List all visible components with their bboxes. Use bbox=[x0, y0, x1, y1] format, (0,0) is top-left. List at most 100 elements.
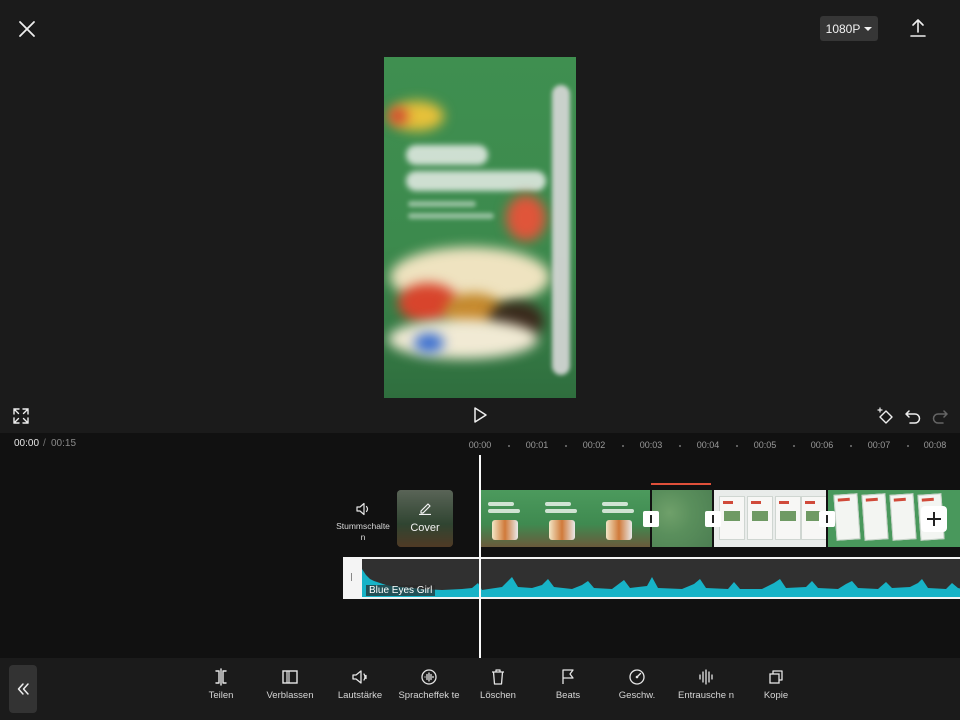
tool-denoise[interactable]: Entrausche n bbox=[675, 668, 737, 701]
redo-icon bbox=[932, 410, 948, 424]
tool-label: Spracheffek te bbox=[398, 690, 460, 701]
ruler-tick-label: 00:02 bbox=[582, 440, 606, 450]
thumb-product bbox=[606, 520, 632, 540]
ruler-dot bbox=[679, 445, 681, 447]
ruler-dot bbox=[850, 445, 852, 447]
tool-beats[interactable]: Beats bbox=[537, 668, 599, 701]
thumb-title bbox=[602, 509, 634, 513]
thumb-product bbox=[492, 520, 518, 540]
transition-button[interactable] bbox=[819, 511, 835, 527]
keyframe-button[interactable] bbox=[876, 406, 896, 426]
ruler-tick-label: 00:08 bbox=[923, 440, 947, 450]
thumb-title bbox=[488, 502, 514, 506]
audio-trim-handle[interactable] bbox=[343, 557, 362, 599]
pencil-icon bbox=[419, 503, 431, 515]
flag-icon bbox=[562, 669, 574, 684]
split-icon bbox=[215, 668, 227, 686]
tool-label: Verblassen bbox=[266, 690, 314, 701]
voice-effect-icon bbox=[421, 669, 437, 685]
total-time: 00:15 bbox=[51, 438, 77, 449]
fade-icon bbox=[282, 670, 298, 684]
tool-copy[interactable]: Kopie bbox=[745, 668, 807, 701]
tool-split[interactable]: Teilen bbox=[190, 668, 252, 701]
resolution-label: 1080P bbox=[825, 21, 861, 36]
play-button[interactable] bbox=[470, 405, 490, 425]
export-button[interactable] bbox=[906, 16, 930, 40]
video-clip-thumbnail[interactable] bbox=[651, 490, 713, 547]
ruler-tick-label: 00:05 bbox=[753, 440, 777, 450]
tool-delete[interactable]: Löschen bbox=[467, 668, 529, 701]
timeline[interactable]: 00:00 / 00:15 00:00 00:01 00:02 00:03 00… bbox=[0, 433, 960, 658]
preview-title-line bbox=[406, 145, 488, 165]
ruler-tick-label: 00:06 bbox=[810, 440, 834, 450]
ruler-tick-label: 00:00 bbox=[468, 440, 492, 450]
tool-label: Löschen bbox=[480, 690, 516, 701]
tool-fade[interactable]: Verblassen bbox=[259, 668, 321, 701]
ruler-dot bbox=[907, 445, 909, 447]
speaker-icon bbox=[356, 502, 369, 516]
ruler-dot bbox=[736, 445, 738, 447]
ruler-dot bbox=[622, 445, 624, 447]
redo-button[interactable] bbox=[930, 406, 950, 426]
video-clip-thumbnail[interactable] bbox=[713, 490, 826, 547]
tool-volume[interactable]: Lautstärke bbox=[329, 668, 391, 701]
preview-product-blob bbox=[414, 333, 444, 353]
time-separator: / bbox=[43, 438, 46, 449]
tool-label: Geschw. bbox=[618, 690, 656, 701]
fullscreen-button[interactable] bbox=[12, 407, 30, 425]
tool-label: Lautstärke bbox=[337, 690, 383, 701]
resolution-dropdown[interactable]: 1080P bbox=[820, 16, 878, 41]
thumb-title bbox=[488, 509, 520, 513]
tool-label: Teilen bbox=[208, 690, 234, 701]
tool-label: Entrausche n bbox=[678, 690, 734, 701]
preview-subtitle-line bbox=[408, 213, 494, 219]
thumb-page bbox=[861, 493, 889, 541]
undo-button[interactable] bbox=[903, 406, 923, 426]
close-button[interactable] bbox=[14, 16, 40, 42]
current-time: 00:00 bbox=[14, 438, 40, 449]
close-icon bbox=[19, 21, 35, 37]
playhead[interactable] bbox=[479, 455, 481, 658]
tool-label: Beats bbox=[555, 690, 581, 701]
preview-badge-blob bbox=[506, 195, 546, 241]
clip-selection-underline bbox=[651, 483, 711, 485]
bottom-toolbar: Teilen Verblassen Lautstärke Spracheffek… bbox=[0, 658, 960, 720]
thumb-page bbox=[747, 496, 773, 540]
video-clip-thumbnail[interactable] bbox=[537, 490, 594, 547]
preview-logo-blob bbox=[388, 107, 408, 125]
transition-button[interactable] bbox=[705, 511, 721, 527]
cover-button[interactable]: Cover bbox=[397, 490, 453, 547]
tool-label: Kopie bbox=[763, 690, 789, 701]
mute-clip-audio-button[interactable]: Stummschalte n bbox=[336, 501, 390, 545]
upload-icon bbox=[910, 19, 926, 37]
thumb-title bbox=[545, 502, 571, 506]
ruler-tick-label: 00:04 bbox=[696, 440, 720, 450]
video-clip-thumbnail[interactable] bbox=[480, 490, 537, 547]
play-icon bbox=[474, 407, 487, 423]
add-clip-button[interactable] bbox=[921, 506, 947, 532]
thumb-title bbox=[602, 502, 628, 506]
preview-area: 1080P bbox=[0, 0, 960, 433]
thumb-page bbox=[889, 493, 917, 541]
speed-icon bbox=[629, 669, 645, 685]
ruler-tick-label: 00:03 bbox=[639, 440, 663, 450]
transition-button[interactable] bbox=[643, 511, 659, 527]
thumb-product bbox=[549, 520, 575, 540]
denoise-icon bbox=[699, 669, 713, 685]
expand-icon bbox=[13, 408, 29, 424]
thumb-page bbox=[833, 493, 861, 541]
copy-icon bbox=[769, 670, 783, 684]
volume-icon bbox=[352, 670, 367, 684]
ruler-dot bbox=[508, 445, 510, 447]
tool-speed[interactable]: Geschw. bbox=[606, 668, 668, 701]
audio-track[interactable]: Blue Eyes Girl bbox=[343, 557, 960, 599]
video-preview[interactable] bbox=[384, 57, 576, 398]
tool-voice-effects[interactable]: Spracheffek te bbox=[398, 668, 460, 701]
ruler-tick-label: 00:07 bbox=[867, 440, 891, 450]
ruler-tick-label: 00:01 bbox=[525, 440, 549, 450]
undo-icon bbox=[905, 410, 921, 424]
thumb-page bbox=[719, 496, 745, 540]
collapse-toolbar-button[interactable] bbox=[9, 665, 37, 713]
mute-label: Stummschalte n bbox=[336, 521, 390, 542]
preview-product-blob bbox=[388, 319, 538, 359]
